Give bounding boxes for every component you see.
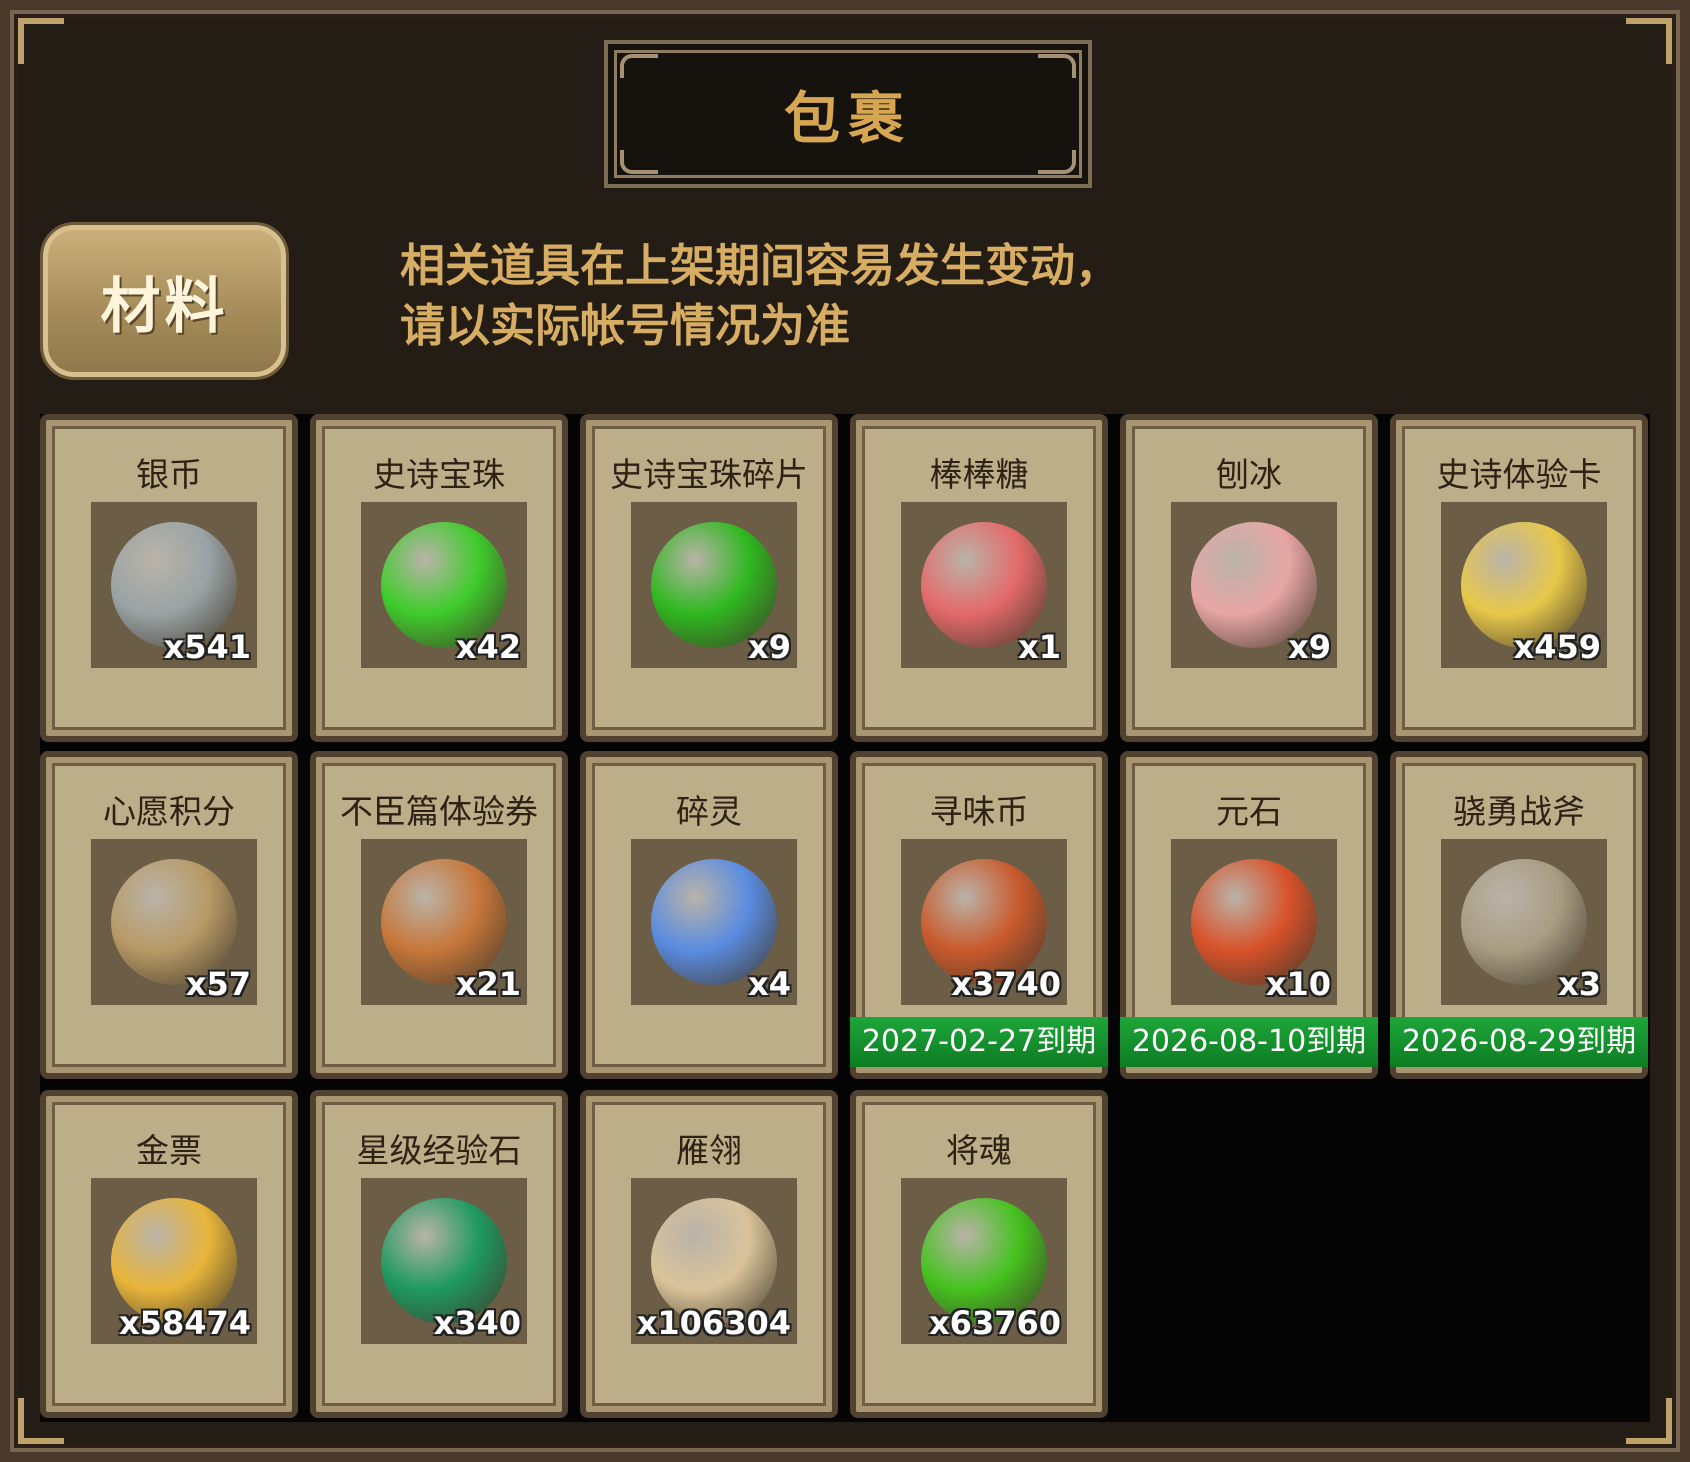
item-expiry-banner: 2027-02-27到期	[850, 1017, 1108, 1067]
item-quantity: x10	[1265, 965, 1331, 1003]
item-name: 银币	[136, 455, 202, 494]
item-name: 心愿积分	[103, 792, 235, 831]
item-name: 棒棒糖	[929, 455, 1029, 494]
item-icon-frame: x459	[1441, 502, 1607, 668]
item-card[interactable]: 元石 x10 2026-08-10到期	[1120, 751, 1378, 1079]
item-name: 元石	[1216, 792, 1282, 831]
item-icon-frame: x42	[361, 502, 527, 668]
item-quantity: x3740	[951, 965, 1061, 1003]
notice-line-2: 请以实际帐号情况为准	[400, 299, 851, 352]
item-name: 骁勇战斧	[1453, 792, 1585, 831]
item-name: 史诗宝珠碎片	[610, 455, 808, 494]
item-name: 不臣篇体验券	[340, 792, 538, 831]
item-name: 金票	[136, 1131, 202, 1170]
frame-corner-ornament	[18, 18, 64, 64]
item-expiry-banner: 2026-08-29到期	[1390, 1017, 1648, 1067]
item-card[interactable]: 不臣篇体验券 x21	[310, 751, 568, 1079]
item-card[interactable]: 史诗体验卡 x459	[1390, 414, 1648, 742]
item-name: 史诗体验卡	[1436, 455, 1602, 494]
item-quantity: x3	[1558, 965, 1601, 1003]
item-quantity: x63760	[929, 1304, 1061, 1342]
title-ornament	[620, 150, 658, 174]
notice-line-1: 相关道具在上架期间容易发生变动，	[400, 239, 1121, 292]
page-title: 包裹	[784, 86, 912, 152]
item-icon-frame: x21	[361, 839, 527, 1005]
item-quantity: x4	[748, 965, 791, 1003]
item-card[interactable]: 史诗宝珠 x42	[310, 414, 568, 742]
item-icon-frame: x10	[1171, 839, 1337, 1005]
item-quantity: x58474	[119, 1304, 251, 1342]
item-card[interactable]: 将魂 x63760	[850, 1090, 1108, 1418]
item-quantity: x21	[455, 965, 521, 1003]
item-card[interactable]: 史诗宝珠碎片 x9	[580, 414, 838, 742]
frame-corner-ornament	[1626, 18, 1672, 64]
item-icon-frame: x9	[631, 502, 797, 668]
item-icon-frame: x63760	[901, 1178, 1067, 1344]
item-icon-frame: x58474	[91, 1178, 257, 1344]
item-card[interactable]: 骁勇战斧 x3 2026-08-29到期	[1390, 751, 1648, 1079]
item-name: 雁翎	[676, 1131, 742, 1170]
title-ornament	[620, 54, 658, 78]
item-quantity: x459	[1513, 628, 1601, 666]
item-icon-frame: x4	[631, 839, 797, 1005]
item-card[interactable]: 棒棒糖 x1	[850, 414, 1108, 742]
item-name: 寻味币	[929, 792, 1029, 831]
item-name: 史诗宝珠	[373, 455, 505, 494]
item-card[interactable]: 碎灵 x4	[580, 751, 838, 1079]
item-name: 碎灵	[676, 792, 742, 831]
item-card[interactable]: 刨冰 x9	[1120, 414, 1378, 742]
item-icon-frame: x106304	[631, 1178, 797, 1344]
tab-materials[interactable]: 材料	[40, 222, 289, 380]
title-ornament	[1038, 54, 1076, 78]
item-icon-frame: x3	[1441, 839, 1607, 1005]
item-quantity: x541	[163, 628, 251, 666]
item-card[interactable]: 雁翎 x106304	[580, 1090, 838, 1418]
item-card[interactable]: 星级经验石 x340	[310, 1090, 568, 1418]
item-quantity: x9	[748, 628, 791, 666]
item-card[interactable]: 金票 x58474	[40, 1090, 298, 1418]
item-icon-frame: x3740	[901, 839, 1067, 1005]
item-quantity: x42	[455, 628, 521, 666]
item-quantity: x9	[1288, 628, 1331, 666]
item-icon-frame: x541	[91, 502, 257, 668]
item-icon-frame: x1	[901, 502, 1067, 668]
item-name: 刨冰	[1216, 455, 1282, 494]
item-quantity: x340	[433, 1304, 521, 1342]
item-card[interactable]: 寻味币 x3740 2027-02-27到期	[850, 751, 1108, 1079]
item-icon-frame: x57	[91, 839, 257, 1005]
item-quantity: x57	[185, 965, 251, 1003]
notice-text: 相关道具在上架期间容易发生变动， 请以实际帐号情况为准	[400, 236, 1160, 356]
item-card[interactable]: 心愿积分 x57	[40, 751, 298, 1079]
title-plate: 包裹	[604, 40, 1092, 188]
item-card[interactable]: 银币 x541	[40, 414, 298, 742]
item-grid: 银币 x541 史诗宝珠 x42 史诗宝珠碎片 x9 棒棒糖 x1 刨冰 x9 史诗体验卡 x459 心…	[40, 414, 1650, 1422]
tab-label: 材料	[100, 271, 229, 342]
item-name: 星级经验石	[356, 1131, 522, 1170]
item-quantity: x106304	[636, 1304, 791, 1342]
item-expiry-banner: 2026-08-10到期	[1120, 1017, 1378, 1067]
title-ornament	[1038, 150, 1076, 174]
item-quantity: x1	[1018, 628, 1061, 666]
item-icon-frame: x340	[361, 1178, 527, 1344]
item-name: 将魂	[946, 1131, 1012, 1170]
item-icon-frame: x9	[1171, 502, 1337, 668]
